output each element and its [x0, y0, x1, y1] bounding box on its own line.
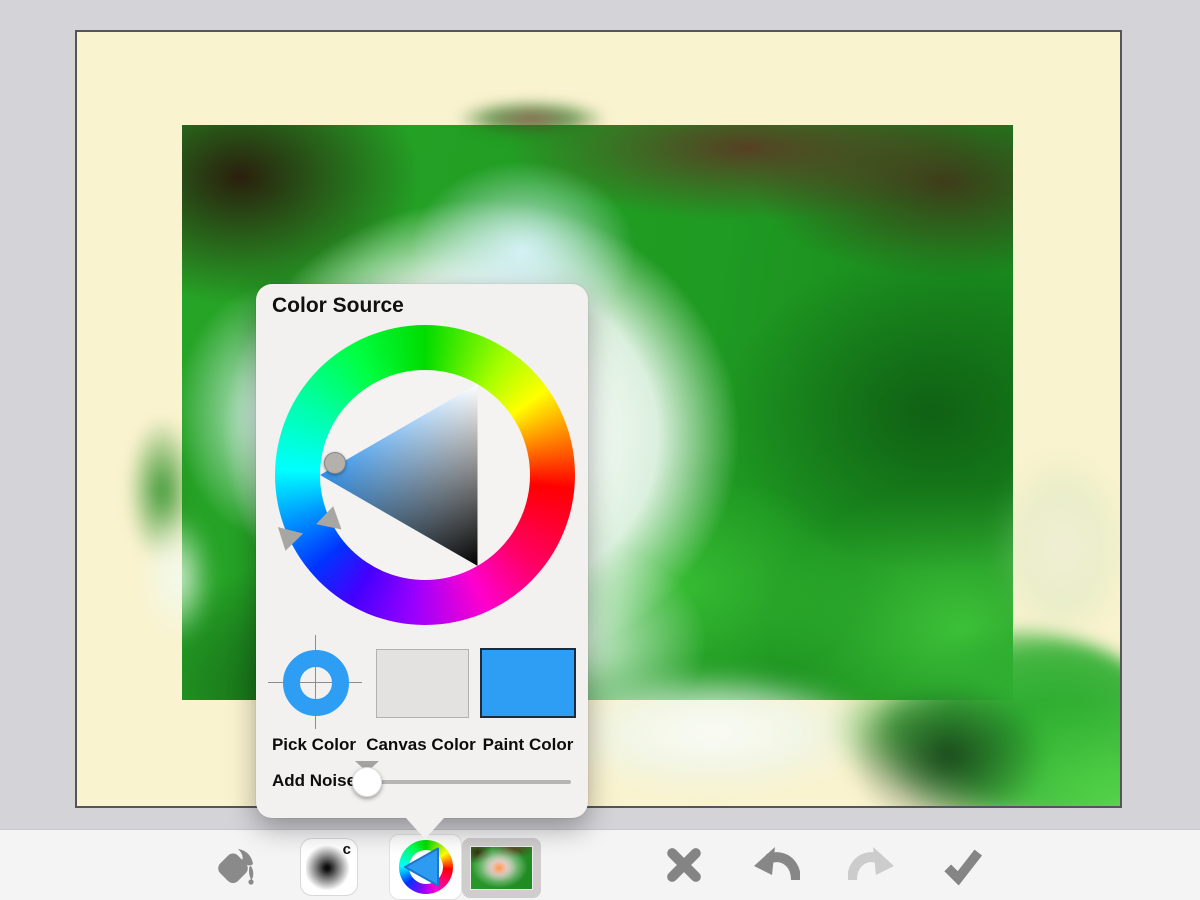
fill-bucket-button[interactable] [205, 836, 269, 894]
painting-canvas[interactable] [75, 30, 1122, 808]
pick-color-label: Pick Color [256, 735, 372, 755]
color-wheel[interactable] [275, 325, 575, 625]
undo-button[interactable] [749, 836, 805, 892]
reference-image-thumbnail [470, 846, 533, 890]
popover-title: Color Source [272, 294, 404, 318]
paint-color-swatch[interactable] [480, 648, 576, 718]
confirm-button[interactable] [935, 837, 991, 893]
bottom-toolbar: c [0, 829, 1200, 900]
add-noise-slider-track[interactable] [357, 780, 571, 784]
canvas-color-swatch[interactable] [376, 649, 469, 718]
redo-button [843, 836, 899, 892]
pick-color-icon[interactable] [283, 650, 349, 716]
checkmark-icon [942, 844, 984, 886]
canvas-color-label: Canvas Color [363, 735, 479, 755]
fill-bucket-icon [213, 841, 261, 889]
undo-icon [754, 844, 800, 884]
color-picker-handle[interactable] [324, 452, 346, 474]
color-source-button[interactable] [389, 834, 462, 900]
paint-color-label: Paint Color [470, 735, 586, 755]
popover-tail [406, 818, 444, 839]
color-source-popover: Color Source [256, 284, 588, 818]
paint-smudge-right-faint [995, 450, 1122, 645]
redo-icon [848, 844, 894, 884]
paint-app: Color Source [0, 0, 1200, 900]
hsv-triangle[interactable] [275, 325, 575, 625]
cancel-button[interactable] [656, 837, 712, 893]
add-noise-slider-thumb[interactable] [352, 767, 382, 797]
brush-preview-button[interactable]: c [300, 838, 358, 896]
reference-image-button[interactable] [462, 838, 541, 898]
color-triangle-icon [399, 840, 453, 894]
close-icon [664, 845, 704, 885]
brush-badge: c [343, 841, 351, 858]
add-noise-label: Add Noise [272, 771, 356, 791]
